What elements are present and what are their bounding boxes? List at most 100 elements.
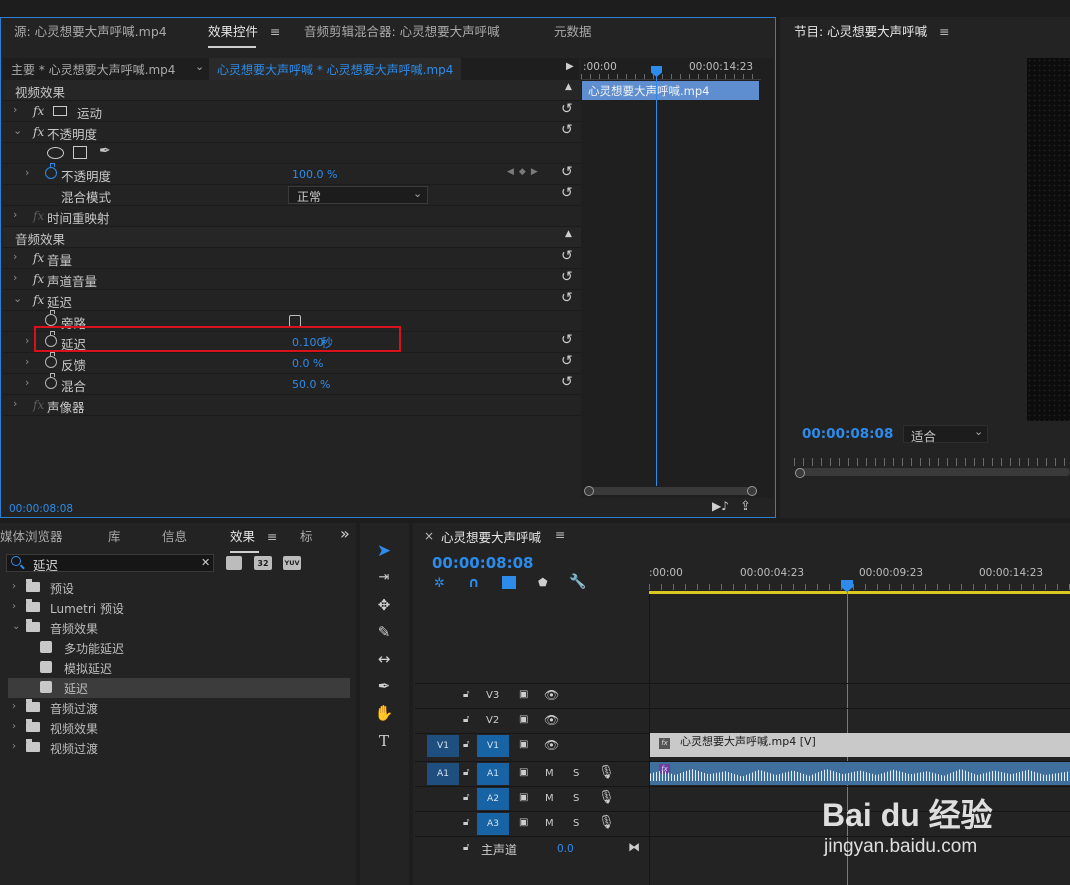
wrench-icon[interactable]: 🔧 (569, 574, 586, 590)
tab-source[interactable]: 源: 心灵想要大声呼喊.mp4 (14, 18, 167, 54)
program-monitor-title[interactable]: 节目: 心灵想要大声呼喊 ≡ (794, 18, 950, 54)
effect-row-delay[interactable]: ⌄ fx 延迟 ↺ (3, 290, 581, 311)
scroll-handle-left[interactable] (795, 468, 805, 478)
chevron-right-icon[interactable]: › (12, 741, 16, 752)
source-patch-a1[interactable]: A1 (427, 763, 459, 785)
effects-tree-item[interactable]: › 视频过渡 (8, 738, 350, 758)
sync-lock-icon[interactable]: ▣ (519, 817, 528, 828)
param-row-blend-mode[interactable]: 混合模式 正常 ⌄ ↺ (3, 185, 581, 206)
snap-icon[interactable]: ∩ (468, 575, 479, 591)
add-marker-icon[interactable]: ⬟ (538, 576, 548, 589)
tab-effect-controls[interactable]: 效果控件 ≡ (208, 18, 280, 54)
chevron-right-icon[interactable]: › (12, 701, 16, 712)
microphone-icon[interactable]: 🎙︎ (598, 815, 615, 830)
lock-icon[interactable]: 🔓︎ (463, 842, 469, 853)
effects-tree-item[interactable]: 多功能延迟 (8, 638, 350, 658)
clear-search-icon[interactable]: ✕ (201, 556, 210, 569)
ec-scrollbar[interactable] (585, 487, 757, 495)
effect-row-opacity[interactable]: ⌄ fx 不透明度 ↺ (3, 122, 581, 143)
track-label-v3[interactable]: V3 (486, 690, 499, 701)
tab-menu-icon[interactable]: ≡ (267, 529, 277, 544)
sequence-menu-icon[interactable]: ≡ (555, 527, 565, 542)
chevron-right-icon[interactable]: › (13, 250, 17, 263)
lock-icon[interactable]: 🔓︎ (463, 739, 469, 750)
stopwatch-icon[interactable] (45, 310, 57, 326)
track-label-a3[interactable]: A3 (477, 813, 509, 835)
tab-audio-clip-mixer[interactable]: 音频剪辑混合器: 心灵想要大声呼喊 (304, 18, 500, 54)
sequence-clip-tab[interactable]: 心灵想要大声呼喊 * 心灵想要大声呼喊.mp4 (209, 58, 462, 81)
razor-tool[interactable]: ✎ (370, 620, 398, 644)
reset-icon[interactable]: ↺ (561, 332, 573, 348)
sync-lock-icon[interactable]: ▣ (519, 792, 528, 803)
chevron-right-icon[interactable]: › (13, 208, 17, 221)
fx-icon[interactable]: fx (33, 293, 44, 307)
rectangle-mask-icon[interactable] (73, 146, 87, 159)
chevron-right-icon[interactable]: › (25, 334, 29, 347)
effect-row-channel-volume[interactable]: › fx 声道音量 ↺ (3, 269, 581, 290)
search-input[interactable]: 延迟 (33, 555, 58, 574)
program-menu-icon[interactable]: ≡ (939, 24, 949, 39)
linked-selection-icon[interactable] (502, 576, 516, 589)
effects-tree-item[interactable]: ⌄ 音频效果 (8, 618, 350, 638)
microphone-icon[interactable]: 🎙︎ (598, 765, 615, 780)
more-tabs-icon[interactable]: » (340, 524, 350, 543)
solo-button[interactable]: S (573, 793, 579, 804)
microphone-icon[interactable]: 🎙︎ (598, 790, 615, 805)
mute-button[interactable]: M (545, 793, 554, 804)
param-row-opacity[interactable]: › 不透明度 100.0 % ◀◆▶ ↺ (3, 163, 581, 185)
timeline-ruler[interactable]: :00:00 00:00:04:23 00:00:09:23 00:00:14:… (649, 564, 1070, 594)
sync-lock-icon[interactable]: ▣ (519, 714, 528, 725)
mute-button[interactable]: M (545, 768, 554, 779)
reset-icon[interactable]: ↺ (561, 353, 573, 369)
feedback-value[interactable]: 0.0 % (292, 357, 323, 370)
mix-value[interactable]: 50.0 % (292, 378, 330, 391)
eye-icon[interactable]: 👁︎ (544, 738, 559, 752)
audio-scrub-icon[interactable]: ▶♪ (712, 499, 729, 513)
hand-tool[interactable]: ✋ (370, 701, 398, 725)
accelerated-effects-icon[interactable] (226, 556, 242, 570)
stopwatch-icon[interactable] (45, 373, 57, 389)
source-patch-v1[interactable]: V1 (427, 735, 459, 757)
work-area-bar[interactable] (649, 591, 1070, 594)
ripple-edit-tool[interactable]: ✥ (370, 593, 398, 617)
program-scrollbar[interactable] (795, 468, 1070, 476)
eye-icon[interactable]: 👁︎ (544, 713, 559, 727)
audio-clip[interactable]: fx (650, 762, 1070, 785)
sync-lock-icon[interactable]: ▣ (519, 739, 528, 750)
lock-icon[interactable]: 🔓︎ (463, 689, 469, 700)
close-sequence-icon[interactable]: × (424, 529, 434, 543)
lock-icon[interactable]: 🔓︎ (463, 817, 469, 828)
chevron-right-icon[interactable]: › (12, 601, 16, 612)
lock-icon[interactable]: 🔓︎ (463, 792, 469, 803)
ec-timecode[interactable]: 00:00:08:08 (9, 503, 73, 515)
video-clip[interactable]: fx 心灵想要大声呼喊.mp4 [V] (650, 733, 1070, 757)
blend-mode-dropdown[interactable]: 正常 ⌄ (288, 186, 428, 204)
eye-icon[interactable]: 👁︎ (544, 688, 559, 702)
chevron-down-icon[interactable]: ⌄ (13, 124, 22, 137)
chevron-down-icon[interactable]: ⌄ (13, 292, 22, 305)
reset-icon[interactable]: ↺ (561, 122, 573, 138)
tab-menu-icon[interactable]: ≡ (270, 24, 280, 39)
chevron-right-icon[interactable]: › (12, 581, 16, 592)
track-label-a1[interactable]: A1 (477, 763, 509, 785)
chevron-right-icon[interactable]: › (13, 271, 17, 284)
effects-search-box[interactable]: 延迟 ✕ (6, 554, 214, 574)
effects-tree-item[interactable]: 延迟 (8, 678, 350, 698)
sequence-tab-label[interactable]: 心灵想要大声呼喊 (441, 527, 541, 546)
timeline-timecode[interactable]: 00:00:08:08 (432, 554, 534, 572)
effect-row-panner[interactable]: › fx 声像器 (3, 395, 581, 416)
fx-icon[interactable]: fx (33, 104, 44, 118)
yuv-effects-icon[interactable]: YUV (283, 556, 301, 570)
effects-tree-item[interactable]: › 预设 (8, 578, 350, 598)
effects-tree-item[interactable]: › 音频过渡 (8, 698, 350, 718)
keyframe-nav-icon[interactable]: ◀◆▶ (507, 167, 543, 177)
go-to-end-icon[interactable]: ⧓ (628, 840, 640, 854)
reset-icon[interactable]: ↺ (561, 374, 573, 390)
ec-clip-bar[interactable]: 心灵想要大声呼喊.mp4 (582, 81, 759, 100)
master-volume-value[interactable]: 0.0 (557, 843, 574, 855)
tab-effects[interactable]: 效果 ≡ (230, 523, 277, 559)
reset-icon[interactable]: ↺ (561, 164, 573, 180)
ellipse-mask-icon[interactable] (47, 147, 64, 159)
opacity-value[interactable]: 100.0 % (292, 168, 337, 181)
collapse-up-icon[interactable]: ▲ (565, 229, 572, 239)
